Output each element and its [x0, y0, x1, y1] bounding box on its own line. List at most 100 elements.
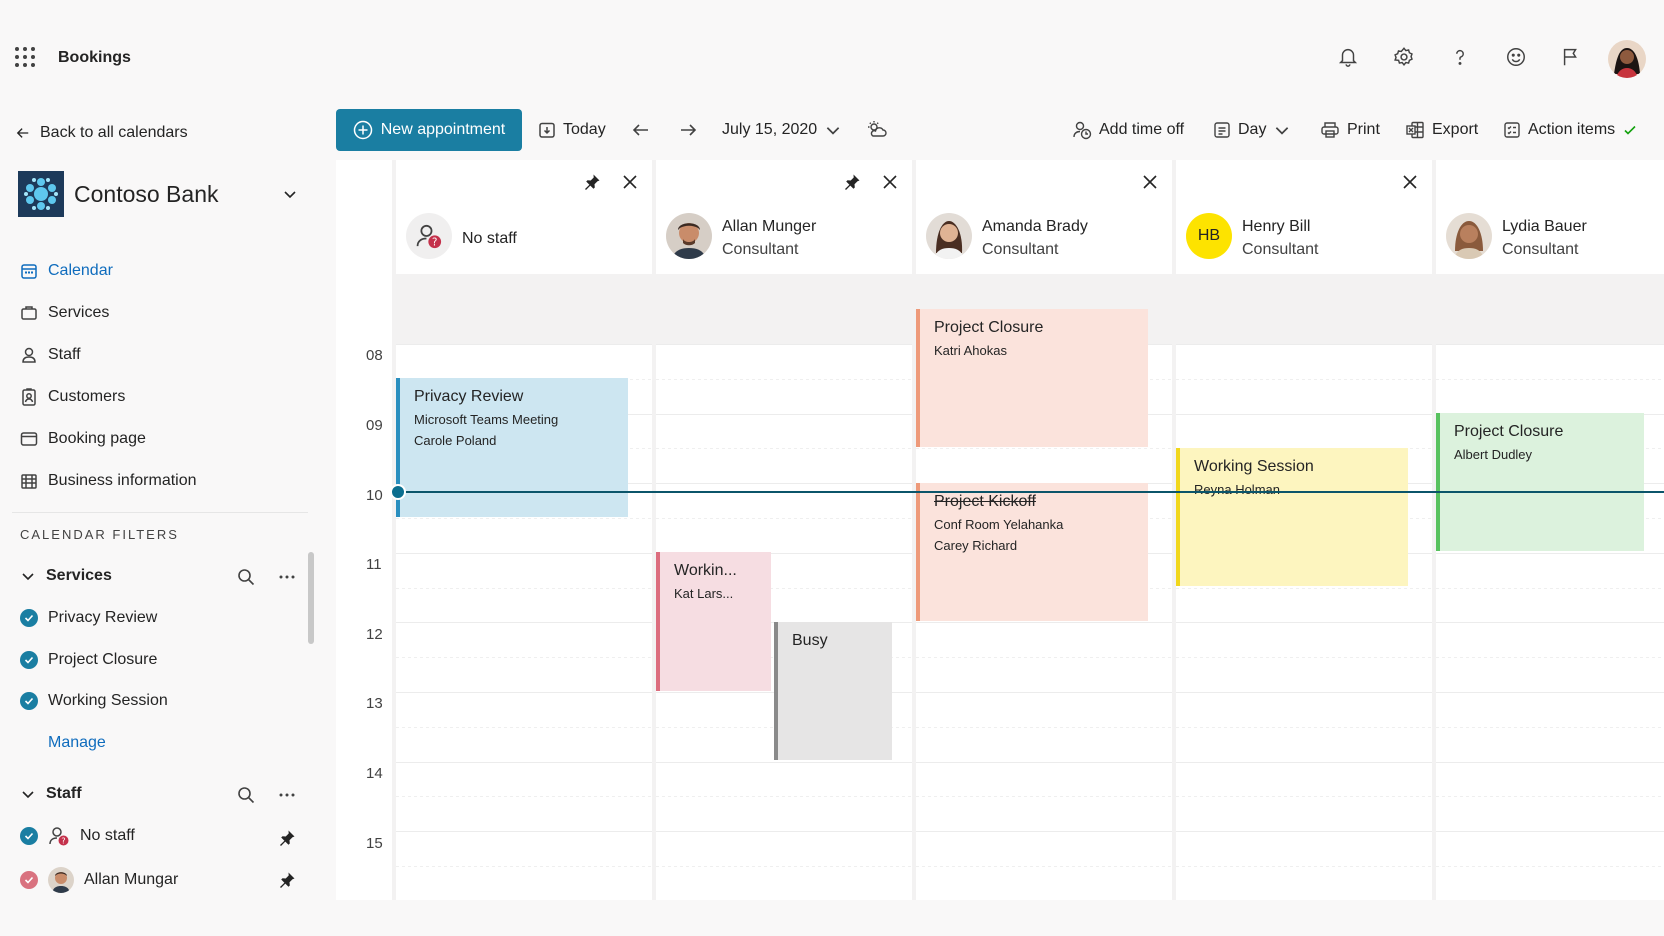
chevron-down-icon — [22, 573, 34, 581]
service-filter-privacy-review[interactable]: Privacy Review — [20, 609, 157, 627]
column-header: Amanda Brady Consultant — [916, 160, 1172, 274]
gear-icon[interactable] — [1391, 44, 1417, 70]
filter-label: Privacy Review — [48, 609, 158, 626]
service-filter-project-closure[interactable]: Project Closure — [20, 651, 157, 669]
hour-label: 09 — [366, 417, 383, 434]
more-options-icon[interactable] — [276, 784, 298, 806]
all-day-row[interactable] — [1436, 274, 1664, 344]
org-switcher[interactable]: Contoso Bank — [18, 170, 298, 218]
grid-line — [1436, 762, 1664, 763]
staff-role: Consultant — [722, 241, 799, 258]
staff-role: Consultant — [1242, 241, 1319, 258]
grid-line — [656, 379, 912, 380]
pin-icon[interactable] — [276, 827, 298, 849]
appointment-card[interactable]: Privacy Review Microsoft Teams Meeting Car… — [396, 378, 628, 517]
appointment-card[interactable]: Workin... Kat Lars... — [656, 552, 771, 691]
group-label: Services — [46, 567, 112, 584]
account-avatar[interactable] — [1608, 40, 1646, 78]
avatar — [926, 213, 972, 259]
close-icon[interactable] — [878, 170, 902, 194]
close-icon[interactable] — [1138, 170, 1162, 194]
appointment-card[interactable]: Project Closure Albert Dudley — [1436, 413, 1644, 552]
appointment-card[interactable]: Project Kickoff Conf Room Yelahanka Carey … — [916, 482, 1148, 621]
grid-line — [656, 796, 912, 797]
nav-calendar[interactable]: Calendar — [20, 262, 113, 280]
search-icon[interactable] — [235, 784, 257, 806]
manage-services-link[interactable]: Manage — [48, 734, 106, 752]
add-circle-icon — [353, 120, 372, 140]
appointment-detail: Katri Ahokas — [934, 342, 1007, 358]
all-day-row[interactable] — [1176, 274, 1432, 344]
grid-line — [656, 483, 912, 484]
hour-label: 12 — [366, 626, 383, 643]
top-bar: Bookings — [0, 0, 1664, 88]
calendar-day-icon — [1214, 122, 1230, 138]
add-time-off-label: Add time off — [1099, 121, 1185, 138]
nav-customers[interactable]: Customers — [20, 388, 125, 406]
grid-line — [656, 414, 912, 415]
no-staff-icon: ? — [49, 827, 69, 846]
pin-icon[interactable] — [580, 170, 604, 194]
smiley-icon[interactable] — [1503, 44, 1529, 70]
svg-text:?: ? — [61, 837, 65, 846]
calendar-today-icon — [539, 122, 555, 138]
grid-line — [1176, 657, 1432, 658]
app-launcher-icon[interactable] — [14, 46, 36, 68]
nav-services[interactable]: Services — [20, 304, 109, 322]
staff-filter-no-staff[interactable]: ? No staff — [20, 825, 135, 847]
previous-day-button[interactable] — [631, 116, 651, 144]
appointment-card[interactable]: Busy — [774, 622, 892, 761]
grid-line — [1176, 692, 1432, 693]
action-items-label: Action items — [1528, 121, 1616, 138]
column-header: ? No staff — [396, 160, 652, 274]
nav-booking-page[interactable]: Booking page — [20, 430, 146, 448]
today-button[interactable]: Today — [538, 116, 606, 144]
search-icon[interactable] — [235, 566, 257, 588]
back-to-calendars-link[interactable]: Back to all calendars — [16, 124, 188, 142]
date-picker[interactable]: July 15, 2020 — [722, 116, 842, 144]
view-selector[interactable]: Day — [1213, 116, 1291, 144]
staff-filter-allan-mungar[interactable]: Allan Mungar — [20, 867, 178, 893]
service-filter-working-session[interactable]: Working Session — [20, 692, 168, 710]
export-button[interactable]: Export — [1405, 116, 1478, 144]
time-column: 08 09 10 11 12 13 14 15 — [336, 160, 396, 900]
close-icon[interactable] — [618, 170, 642, 194]
export-label: Export — [1432, 121, 1479, 138]
next-day-button[interactable] — [678, 116, 698, 144]
grid-line — [396, 692, 652, 693]
staff-name: Allan Munger — [722, 218, 817, 235]
weather-button[interactable] — [866, 116, 888, 144]
grid-line — [916, 866, 1172, 867]
hour-label: 08 — [366, 347, 383, 364]
grid-line — [1176, 796, 1432, 797]
all-day-row[interactable] — [396, 274, 652, 344]
close-icon[interactable] — [1398, 170, 1422, 194]
pin-icon[interactable] — [276, 869, 298, 891]
chevron-down-icon — [22, 791, 34, 799]
sidebar-scrollbar[interactable] — [308, 552, 314, 644]
more-options-icon[interactable] — [276, 566, 298, 588]
grid-line — [1436, 588, 1664, 589]
nav-staff[interactable]: Staff — [20, 346, 81, 364]
add-time-off-button[interactable]: Add time off — [1072, 116, 1184, 144]
staff-column-allan-munger: Allan Munger Consultant Workin... Kat Lar… — [652, 160, 912, 900]
appointment-card[interactable]: Working Session Reyna Holman — [1176, 448, 1408, 587]
grid-line — [1436, 622, 1664, 623]
nav-business-info[interactable]: Business information — [20, 472, 197, 490]
grid-line — [916, 762, 1172, 763]
new-appointment-button[interactable]: New appointment — [336, 109, 522, 151]
services-filter-toggle[interactable]: Services — [20, 567, 112, 585]
action-items-button[interactable]: Action items — [1503, 116, 1638, 144]
flag-icon[interactable] — [1558, 44, 1584, 70]
org-logo — [18, 171, 64, 217]
staff-role: Consultant — [982, 241, 1059, 258]
staff-filter-toggle[interactable]: Staff — [20, 785, 82, 803]
sidebar: Back to all calendars Contoso Bank Calen… — [0, 88, 320, 900]
help-icon[interactable] — [1447, 44, 1473, 70]
all-day-row[interactable] — [656, 274, 912, 344]
bell-icon[interactable] — [1335, 44, 1361, 70]
print-button[interactable]: Print — [1320, 116, 1380, 144]
appointment-card[interactable]: Project Closure Katri Ahokas — [916, 308, 1148, 447]
filter-label: Working Session — [48, 692, 168, 709]
pin-icon[interactable] — [840, 170, 864, 194]
